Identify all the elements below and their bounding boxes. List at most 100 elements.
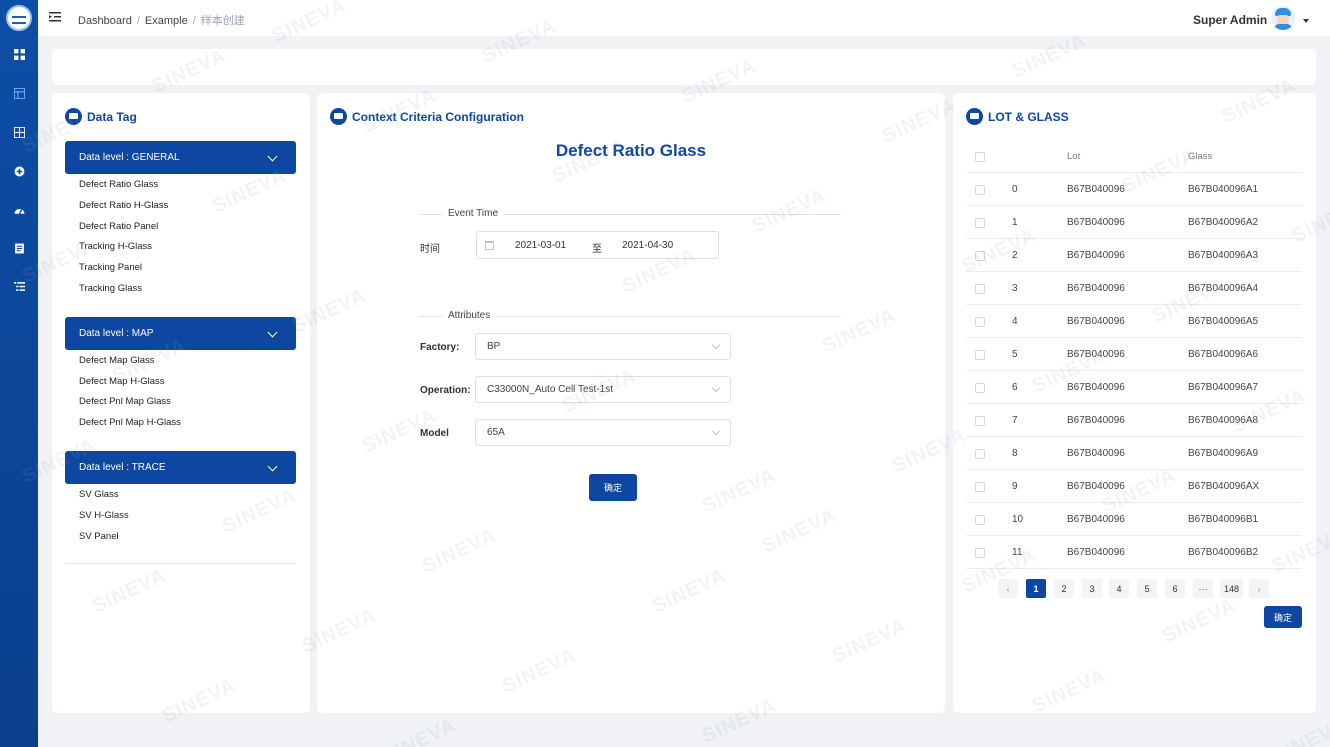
table-row[interactable]: 11 B67B040096 B67B040096B2 bbox=[966, 536, 1302, 569]
tag-item[interactable]: Defect Map H-Glass bbox=[79, 376, 165, 387]
table-row[interactable]: 1 B67B040096 B67B040096A2 bbox=[966, 206, 1302, 239]
row-checkbox[interactable] bbox=[975, 350, 985, 360]
table-row[interactable]: 2 B67B040096 B67B040096A3 bbox=[966, 239, 1302, 272]
monitor-icon bbox=[966, 108, 983, 125]
row-glass: B67B040096A4 bbox=[1188, 283, 1259, 294]
prev-page-icon[interactable]: ‹ bbox=[998, 579, 1018, 598]
grid-icon[interactable] bbox=[0, 42, 38, 66]
table-row[interactable]: 7 B67B040096 B67B040096A8 bbox=[966, 404, 1302, 437]
row-lot: B67B040096 bbox=[1067, 514, 1125, 525]
confirm-button[interactable]: 确定 bbox=[1264, 606, 1302, 628]
row-checkbox[interactable] bbox=[975, 317, 985, 327]
row-index: 10 bbox=[1012, 514, 1024, 525]
row-lot: B67B040096 bbox=[1067, 250, 1125, 261]
table-row[interactable]: 8 B67B040096 B67B040096A9 bbox=[966, 437, 1302, 470]
column-header-lot: Lot bbox=[1067, 151, 1081, 162]
row-checkbox[interactable] bbox=[975, 284, 985, 294]
page-button[interactable]: 3 bbox=[1082, 579, 1102, 598]
date-range-picker[interactable]: 2021-03-01 至 2021-04-30 bbox=[476, 231, 719, 259]
monitor-icon bbox=[65, 108, 82, 125]
operation-select[interactable]: C33000N_Auto Cell Test-1st bbox=[475, 376, 731, 403]
menu-fold-icon[interactable] bbox=[49, 11, 61, 23]
group-general-header[interactable]: Data level : GENERAL bbox=[65, 141, 296, 174]
group-trace-header[interactable]: Data level : TRACE bbox=[65, 451, 296, 484]
row-checkbox[interactable] bbox=[975, 251, 985, 261]
row-glass: B67B040096A6 bbox=[1188, 349, 1259, 360]
date-start[interactable]: 2021-03-01 bbox=[515, 240, 566, 251]
user-name[interactable]: Super Admin bbox=[1193, 13, 1267, 27]
row-lot: B67B040096 bbox=[1067, 382, 1125, 393]
tag-item[interactable]: Tracking Panel bbox=[79, 262, 142, 273]
row-index: 9 bbox=[1012, 481, 1018, 492]
model-select[interactable]: 65A bbox=[475, 419, 731, 446]
page-button[interactable]: 1 bbox=[1026, 579, 1046, 598]
caret-down-icon[interactable] bbox=[1303, 19, 1309, 23]
row-index: 3 bbox=[1012, 283, 1018, 294]
page-button[interactable]: 148 bbox=[1220, 579, 1244, 598]
tag-item[interactable]: Defect Map Glass bbox=[79, 355, 155, 366]
confirm-button[interactable]: 确定 bbox=[589, 474, 637, 501]
watermark-text: SINEVA bbox=[378, 714, 460, 747]
row-index: 7 bbox=[1012, 415, 1018, 426]
tag-item[interactable]: SV Glass bbox=[79, 489, 119, 500]
dashboard-icon[interactable] bbox=[0, 198, 38, 222]
plus-circle-icon[interactable] bbox=[0, 159, 38, 183]
breadcrumb-dashboard[interactable]: Dashboard bbox=[78, 15, 132, 27]
avatar[interactable] bbox=[1271, 6, 1295, 30]
group-map-header[interactable]: Data level : MAP bbox=[65, 317, 296, 350]
row-checkbox[interactable] bbox=[975, 383, 985, 393]
tag-item[interactable]: SV H-Glass bbox=[79, 510, 129, 521]
row-checkbox[interactable] bbox=[975, 548, 985, 558]
page-button[interactable]: 5 bbox=[1137, 579, 1157, 598]
tag-item[interactable]: Tracking Glass bbox=[79, 283, 142, 294]
row-checkbox[interactable] bbox=[975, 449, 985, 459]
date-end[interactable]: 2021-04-30 bbox=[622, 240, 673, 251]
table-row[interactable]: 3 B67B040096 B67B040096A4 bbox=[966, 272, 1302, 305]
row-glass: B67B040096A2 bbox=[1188, 217, 1259, 228]
table-header: Lot Glass bbox=[966, 140, 1302, 173]
page-button[interactable]: 4 bbox=[1109, 579, 1129, 598]
page-button[interactable]: 6 bbox=[1165, 579, 1185, 598]
column-header-glass: Glass bbox=[1188, 151, 1213, 162]
tag-item[interactable]: Defect Pnl Map Glass bbox=[79, 396, 171, 407]
select-all-checkbox[interactable] bbox=[975, 152, 985, 162]
factory-select[interactable]: BP bbox=[475, 333, 731, 360]
table-row[interactable]: 0 B67B040096 B67B040096A1 bbox=[966, 173, 1302, 206]
tags-bar bbox=[52, 49, 1316, 85]
breadcrumb-current: 样本创建 bbox=[200, 15, 245, 27]
table-row[interactable]: 6 B67B040096 B67B040096A7 bbox=[966, 371, 1302, 404]
row-checkbox[interactable] bbox=[975, 416, 985, 426]
table-row[interactable]: 9 B67B040096 B67B040096AX bbox=[966, 470, 1302, 503]
page-button[interactable]: 2 bbox=[1054, 579, 1074, 598]
next-page-icon[interactable]: › bbox=[1249, 579, 1269, 598]
row-lot: B67B040096 bbox=[1067, 316, 1125, 327]
row-checkbox[interactable] bbox=[975, 185, 985, 195]
document-icon[interactable] bbox=[0, 236, 38, 260]
row-checkbox[interactable] bbox=[975, 218, 985, 228]
row-lot: B67B040096 bbox=[1067, 349, 1125, 360]
list-icon[interactable] bbox=[0, 274, 38, 298]
logo[interactable] bbox=[6, 5, 32, 31]
row-glass: B67B040096A1 bbox=[1188, 184, 1259, 195]
row-lot: B67B040096 bbox=[1067, 481, 1125, 492]
chevron-down-icon bbox=[267, 327, 278, 338]
tag-item[interactable]: Defect Ratio Panel bbox=[79, 221, 158, 232]
tag-item[interactable]: SV Panel bbox=[79, 531, 119, 542]
row-checkbox[interactable] bbox=[975, 515, 985, 525]
date-separator: 至 bbox=[592, 244, 602, 255]
tag-item[interactable]: Defect Ratio Glass bbox=[79, 179, 158, 190]
divider bbox=[65, 563, 296, 564]
row-glass: B67B040096B1 bbox=[1188, 514, 1259, 525]
grid-icon[interactable] bbox=[0, 81, 38, 105]
table-row[interactable]: 10 B67B040096 B67B040096B1 bbox=[966, 503, 1302, 536]
table-row[interactable]: 4 B67B040096 B67B040096A5 bbox=[966, 305, 1302, 338]
breadcrumb-example[interactable]: Example bbox=[145, 15, 188, 27]
tag-item[interactable]: Defect Ratio H-Glass bbox=[79, 200, 168, 211]
model-label: Model bbox=[420, 428, 449, 439]
tag-item[interactable]: Defect Pnl Map H-Glass bbox=[79, 417, 181, 428]
pagination-ellipsis[interactable]: ··· bbox=[1193, 579, 1213, 598]
tag-item[interactable]: Tracking H-Glass bbox=[79, 241, 152, 252]
grid-icon[interactable] bbox=[0, 120, 38, 144]
table-row[interactable]: 5 B67B040096 B67B040096A6 bbox=[966, 338, 1302, 371]
row-checkbox[interactable] bbox=[975, 482, 985, 492]
